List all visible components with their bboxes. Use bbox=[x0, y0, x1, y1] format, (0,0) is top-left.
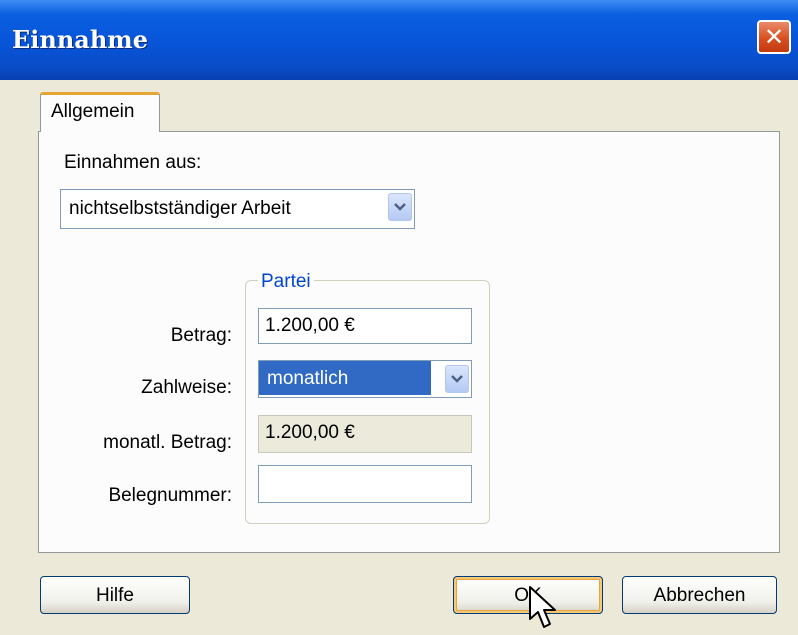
close-button[interactable]: ✕ bbox=[757, 20, 791, 54]
window-title: Einnahme bbox=[12, 25, 148, 54]
tab-label: Allgemein bbox=[51, 101, 135, 122]
payment-select-value: monatlich bbox=[267, 368, 349, 389]
source-label: Einnahmen aus: bbox=[64, 152, 202, 173]
monthly-amount-label: monatl. Betrag: bbox=[103, 432, 232, 453]
cancel-button[interactable]: Abbrechen bbox=[622, 576, 777, 614]
receipt-label: Belegnummer: bbox=[108, 485, 232, 506]
partei-group-title: Partei bbox=[258, 271, 314, 293]
amount-input[interactable]: 1.200,00 € bbox=[258, 308, 472, 344]
tab-allgemein[interactable]: Allgemein bbox=[40, 92, 160, 132]
help-button-label: Hilfe bbox=[95, 585, 134, 606]
title-bar[interactable]: Einnahme ✕ bbox=[0, 0, 798, 80]
mouse-pointer-icon bbox=[529, 586, 556, 628]
monthly-amount-field: 1.200,00 € bbox=[258, 415, 472, 453]
chevron-down-icon[interactable] bbox=[445, 365, 469, 393]
receipt-input[interactable] bbox=[258, 465, 472, 503]
source-select-value: nichtselbstständiger Arbeit bbox=[69, 198, 291, 219]
monthly-amount-value: 1.200,00 € bbox=[265, 422, 355, 443]
amount-label: Betrag: bbox=[170, 325, 232, 346]
source-select[interactable]: nichtselbstständiger Arbeit bbox=[60, 189, 415, 229]
amount-input-value: 1.200,00 € bbox=[265, 315, 355, 336]
chevron-down-icon[interactable] bbox=[388, 193, 412, 221]
close-icon: ✕ bbox=[763, 23, 785, 51]
payment-select[interactable]: monatlich bbox=[258, 360, 472, 398]
dialog-window: Einnahme ✕ Allgemein Einnahmen aus: nich… bbox=[0, 0, 798, 635]
payment-label: Zahlweise: bbox=[141, 377, 232, 398]
cancel-button-label: Abbrechen bbox=[653, 585, 746, 606]
help-button[interactable]: Hilfe bbox=[40, 576, 190, 614]
